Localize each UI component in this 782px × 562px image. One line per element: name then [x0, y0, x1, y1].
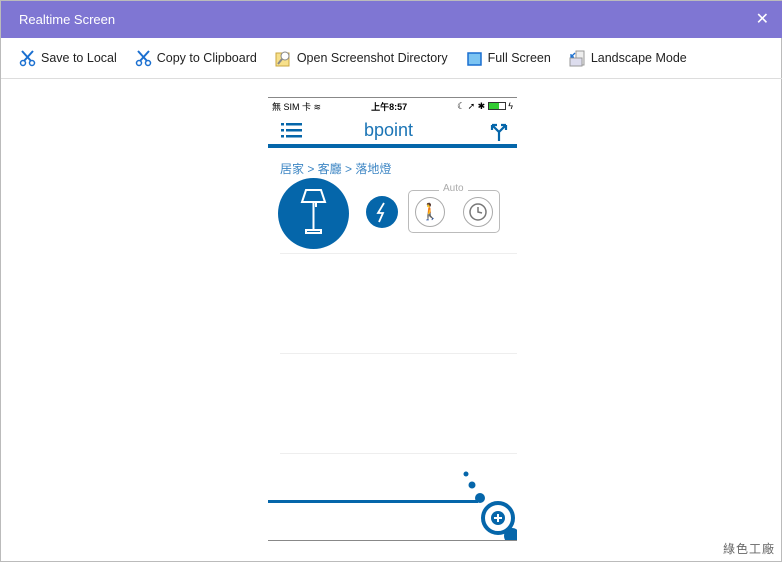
save-to-local-button[interactable]: Save to Local: [19, 49, 117, 67]
phone-screen[interactable]: 無 SIM 卡 ≋ 上午8:57 ☾ ➚ ✱ ϟ bpoint 居家 > 客廳 …: [268, 97, 517, 541]
fullscreen-icon: [466, 51, 482, 66]
walking-person-icon: 🚶: [420, 204, 440, 221]
folder-search-icon: [275, 51, 290, 66]
divider: [280, 353, 517, 354]
app-logo: bpoint: [364, 120, 414, 140]
window-title-bar: Realtime Screen ✕: [1, 1, 782, 38]
floor-lamp-button[interactable]: [278, 178, 349, 249]
divider: [280, 253, 517, 254]
menu-icon[interactable]: [281, 122, 303, 138]
wifi-icon: ≋: [313, 101, 322, 112]
floor-lamp-icon: [300, 189, 327, 234]
bottom-bar: [268, 500, 478, 503]
app-nav-bar: bpoint: [268, 114, 517, 148]
landscape-icon: [569, 50, 585, 66]
breadcrumb: 居家 > 客廳 > 落地燈: [280, 162, 392, 176]
toolbar: Save to Local Copy to Clipboard Open Scr…: [1, 38, 782, 79]
window-title: Realtime Screen: [19, 12, 116, 27]
clock-icon: [469, 203, 487, 221]
status-bar: 無 SIM 卡 ≋ 上午8:57 ☾ ➚ ✱ ϟ: [272, 100, 513, 112]
scissors-icon: [19, 49, 36, 66]
open-screenshot-directory-button[interactable]: Open Screenshot Directory: [275, 50, 448, 67]
watermark: 綠色工廠: [722, 542, 775, 556]
auto-label: Auto: [439, 183, 468, 194]
timer-button[interactable]: [463, 197, 493, 227]
auto-mode-panel: Auto 🚶: [408, 183, 500, 233]
copy-to-clipboard-button[interactable]: Copy to Clipboard: [135, 49, 257, 67]
status-time: 上午8:57: [371, 101, 408, 112]
add-icon[interactable]: [458, 468, 517, 541]
power-button[interactable]: [366, 196, 398, 228]
lightning-icon: [376, 202, 385, 223]
scissors-icon: [135, 49, 151, 66]
motion-sensor-button[interactable]: 🚶: [415, 197, 445, 227]
close-icon[interactable]: ✕: [756, 1, 769, 38]
landscape-mode-button[interactable]: Landscape Mode: [569, 50, 687, 67]
full-screen-button[interactable]: Full Screen: [466, 50, 551, 67]
fork-icon[interactable]: [489, 122, 509, 142]
divider: [280, 453, 517, 454]
battery-icon: ☾ ➚ ✱ ϟ: [457, 100, 513, 111]
